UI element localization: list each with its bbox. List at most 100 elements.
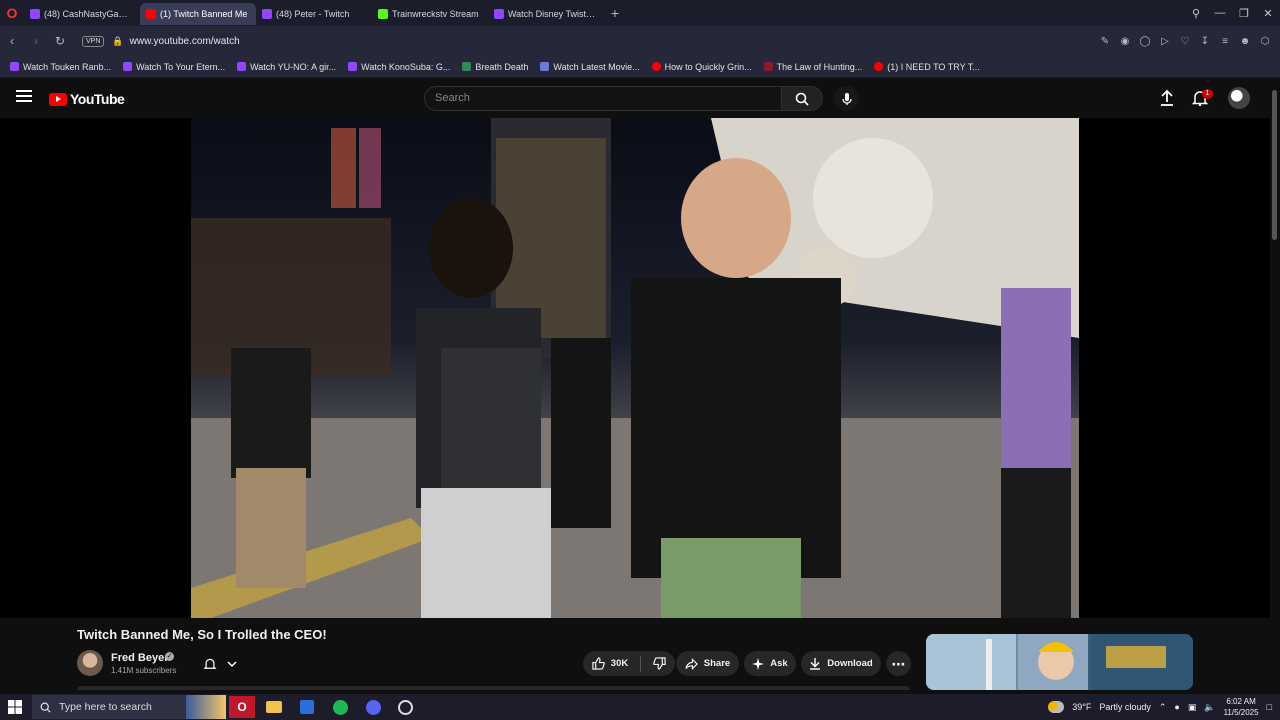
tab-label: (1) Twitch Banned Me [160, 9, 248, 19]
tab-label: (48) Peter - Twitch [276, 9, 350, 19]
extensions-icon[interactable]: ⬡ [1258, 36, 1272, 47]
tab-label: (48) CashNastyGaming [44, 9, 134, 19]
lock-icon[interactable]: 🔒 [112, 36, 123, 47]
taskbar-file-explorer[interactable] [261, 696, 287, 718]
more-actions-button[interactable]: ⋯ [886, 651, 911, 676]
bookmarks-bar: Watch Touken Ranb... Watch To Your Etern… [0, 56, 1280, 78]
shield-icon[interactable]: ◯ [1138, 36, 1152, 47]
opera-menu-icon[interactable]: O [0, 0, 24, 26]
browser-tab[interactable]: Watch Disney Twisted-Wo [488, 3, 604, 25]
network-icon[interactable]: ▣ [1188, 702, 1197, 713]
thumbs-up-icon[interactable] [592, 657, 605, 670]
taskbar-search-box[interactable]: Type here to search [32, 695, 226, 719]
maximize-icon[interactable]: ❐ [1232, 7, 1256, 20]
bookmark-item[interactable]: Watch To Your Etern... [123, 62, 225, 72]
bookmark-item[interactable]: Breath Death [462, 62, 528, 72]
search-button[interactable] [781, 86, 823, 111]
notifications-icon[interactable]: □ [1267, 702, 1272, 712]
reload-icon[interactable]: ↻ [48, 34, 72, 48]
account-avatar[interactable] [1228, 87, 1250, 109]
subscription-bell-button[interactable] [195, 651, 245, 676]
bookmark-label: Watch Touken Ranb... [23, 61, 112, 72]
thumbs-down-icon[interactable] [653, 657, 666, 670]
description-box[interactable] [77, 686, 910, 690]
bookmark-item[interactable]: Watch YU-NO: A gir... [237, 62, 336, 72]
url-field[interactable]: www.youtube.com/watch [130, 36, 240, 47]
easy-setup-icon[interactable]: ≡ [1218, 36, 1232, 47]
bookmark-item[interactable]: How to Quickly Grin... [651, 62, 752, 72]
new-tab-button[interactable]: + [604, 5, 626, 21]
taskbar-discord[interactable] [360, 696, 386, 718]
taskbar-store[interactable] [294, 696, 320, 718]
taskbar-spotify[interactable] [327, 696, 353, 718]
search-input[interactable]: Search [424, 86, 782, 111]
browser-tab-active[interactable]: (1) Twitch Banned Me [140, 3, 256, 25]
bookmark-item[interactable]: Watch Latest Movie... [540, 62, 640, 72]
taskbar-obs[interactable] [392, 696, 418, 718]
browser-tab[interactable]: (48) Peter - Twitch [256, 3, 372, 25]
taskbar-search-placeholder: Type here to search [59, 701, 152, 713]
download-icon[interactable]: ↧ [1198, 36, 1212, 47]
heart-icon[interactable]: ♡ [1178, 36, 1192, 47]
bookmark-favicon [874, 62, 884, 71]
weather-icon[interactable] [1048, 701, 1065, 713]
download-label: Download [827, 658, 873, 669]
hamburger-menu-icon[interactable] [16, 90, 32, 104]
system-clock[interactable]: 6:02 AM 11/5/2025 [1224, 696, 1259, 718]
bookmark-label: (1) I NEED TO TRY T... [887, 61, 980, 72]
download-icon [810, 658, 821, 670]
bookmark-item[interactable]: The Law of Hunting... [763, 62, 862, 72]
bookmark-label: Watch To Your Etern... [136, 61, 226, 72]
bookmark-favicon [10, 62, 19, 71]
share-button[interactable]: Share [676, 651, 739, 676]
video-player[interactable] [191, 118, 1079, 618]
weather-temperature[interactable]: 39°F [1072, 702, 1091, 712]
search-tabs-icon[interactable]: ⚲ [1184, 7, 1208, 20]
windows-start-icon[interactable] [8, 700, 22, 714]
youtube-header: YouTube Search [0, 78, 1280, 118]
player-icon[interactable]: ▷ [1158, 36, 1172, 47]
download-button[interactable]: Download [801, 651, 881, 676]
vpn-badge[interactable]: VPN [82, 35, 105, 47]
chevron-up-icon[interactable]: ⌃ [1159, 702, 1167, 713]
more-horizontal-icon: ⋯ [891, 655, 906, 672]
volume-icon[interactable]: 🔈 [1204, 702, 1215, 713]
browser-tab[interactable]: (48) CashNastyGaming [24, 3, 140, 25]
tab-favicon [378, 9, 388, 19]
youtube-logo[interactable]: YouTube [49, 91, 125, 107]
tab-favicon [494, 9, 504, 19]
forward-icon[interactable]: › [24, 34, 48, 48]
search-icon [40, 702, 51, 713]
like-count[interactable]: 30K [611, 658, 628, 669]
browser-tab[interactable]: Trainwreckstv Stream [372, 3, 488, 25]
ask-button[interactable]: Ask [744, 651, 796, 676]
upload-icon[interactable] [1158, 89, 1176, 107]
bookmark-favicon [123, 62, 133, 71]
edit-icon[interactable]: ✎ [1098, 36, 1112, 47]
channel-avatar[interactable] [77, 650, 103, 676]
bookmark-item[interactable]: (1) I NEED TO TRY T... [874, 62, 980, 72]
taskbar-opera-app[interactable]: O [229, 696, 255, 718]
bookmark-item[interactable]: Watch Touken Ranb... [10, 62, 111, 72]
spotify-icon [332, 699, 348, 715]
minimize-icon[interactable]: — [1208, 7, 1232, 19]
recommended-video-thumbnail[interactable] [926, 634, 1193, 690]
chevron-down-icon [227, 660, 237, 667]
voice-search-button[interactable] [834, 86, 859, 111]
camera-icon[interactable]: ◉ [1118, 36, 1132, 47]
channel-name[interactable]: Fred Beyer [111, 652, 168, 664]
like-dislike-group: 30K [583, 651, 675, 676]
back-icon[interactable]: ‹ [0, 34, 24, 48]
weather-description[interactable]: Partly cloudy [1099, 702, 1151, 712]
profile-icon[interactable]: ☻ [1238, 36, 1252, 47]
subscriber-count: 1.41M subscribers [111, 666, 177, 675]
close-icon[interactable]: ✕ [1256, 7, 1280, 20]
bookmark-favicon [651, 62, 661, 71]
scrollbar-thumb[interactable] [1272, 90, 1277, 240]
microphone-icon[interactable]: ● [1174, 702, 1179, 712]
share-label: Share [703, 658, 731, 669]
bookmark-item[interactable]: Watch KonoSuba: G... [348, 62, 450, 72]
browser-tab-bar: O (48) CashNastyGaming (1) Twitch Banned… [0, 0, 1280, 26]
bookmark-label: Watch YU-NO: A gir... [250, 61, 337, 72]
like-divider [640, 655, 642, 672]
